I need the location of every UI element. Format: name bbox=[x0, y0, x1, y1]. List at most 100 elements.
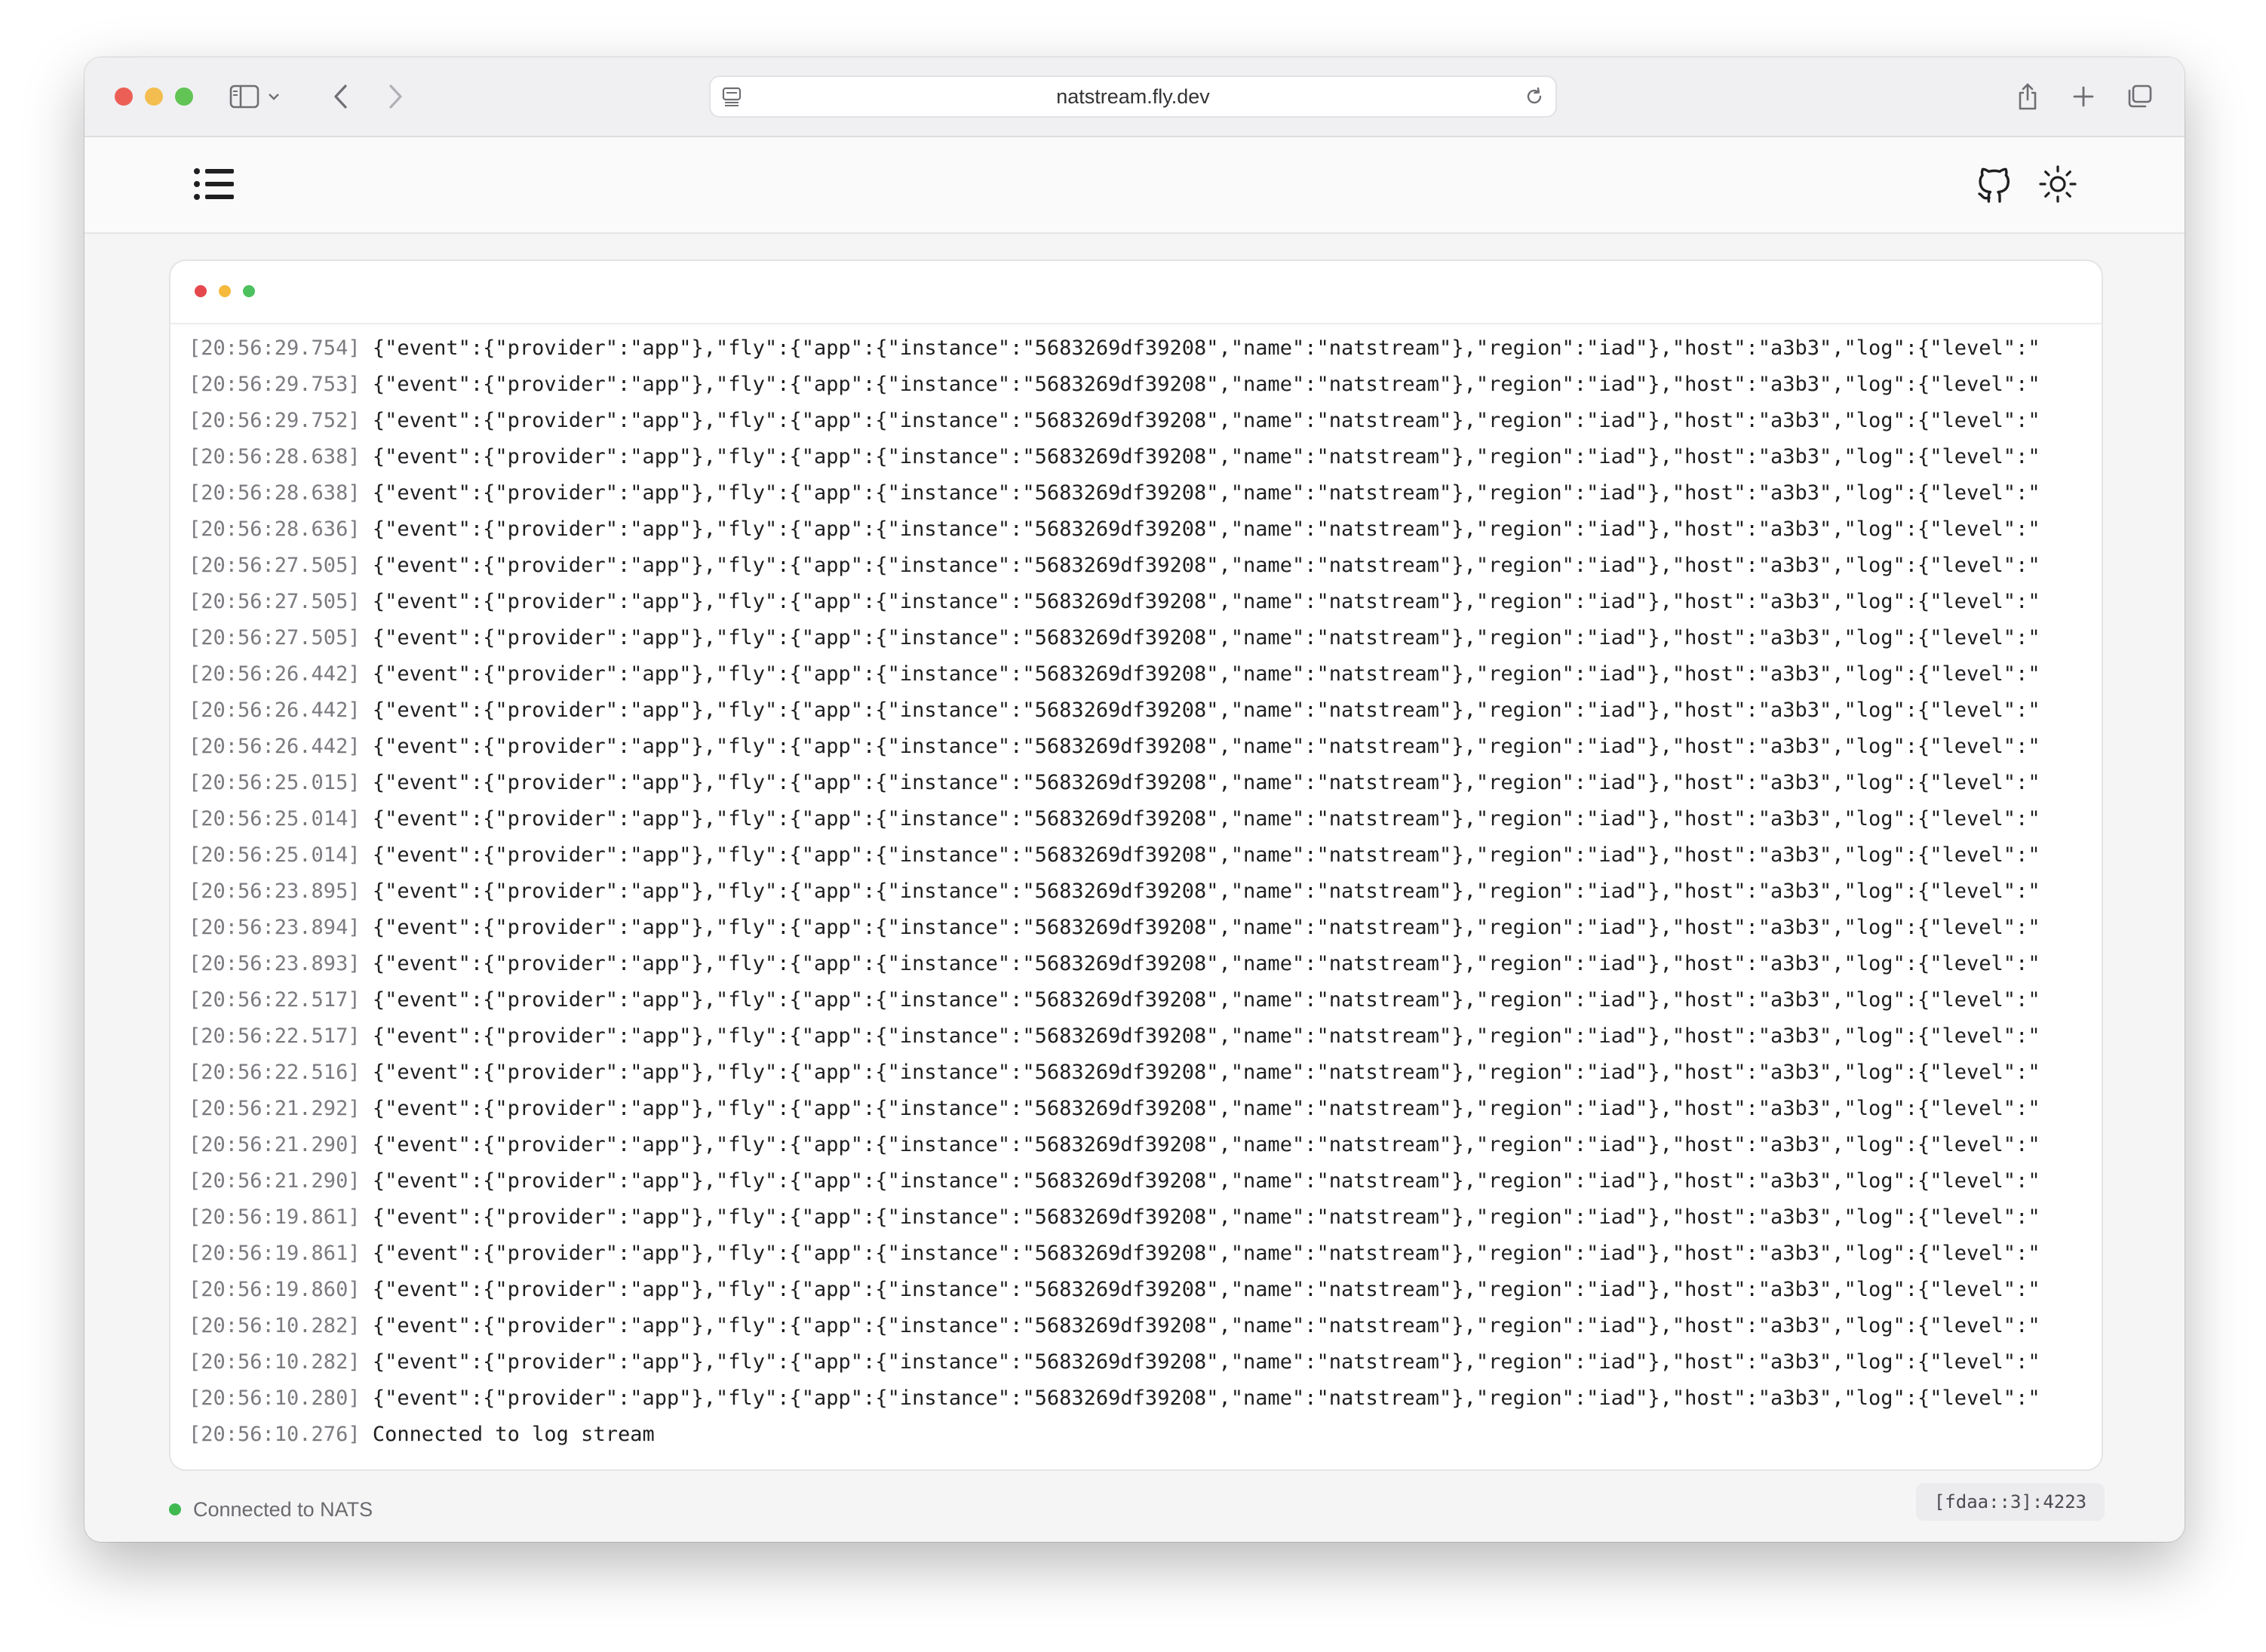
log-line: [20:56:28.636] {"event":{"provider":"app… bbox=[189, 511, 2102, 548]
log-timestamp: [20:56:19.861] bbox=[189, 1242, 361, 1265]
log-timestamp: [20:56:19.861] bbox=[189, 1205, 361, 1229]
log-timestamp: [20:56:27.505] bbox=[189, 590, 361, 613]
log-line: [20:56:21.292] {"event":{"provider":"app… bbox=[189, 1091, 2102, 1127]
reload-icon[interactable] bbox=[1524, 86, 1545, 111]
forward-arrow-icon[interactable] bbox=[376, 77, 415, 116]
browser-window: natstream.fly.dev [20:56:29.754] {"event… bbox=[84, 57, 2185, 1542]
log-message: {"event":{"provider":"app"},"fly":{"app"… bbox=[372, 880, 2040, 903]
log-message: {"event":{"provider":"app"},"fly":{"app"… bbox=[372, 988, 2040, 1012]
log-line: [20:56:23.893] {"event":{"provider":"app… bbox=[189, 946, 2102, 982]
log-timestamp: [20:56:27.505] bbox=[189, 554, 361, 577]
log-line: [20:56:10.282] {"event":{"provider":"app… bbox=[189, 1344, 2102, 1380]
log-message: {"event":{"provider":"app"},"fly":{"app"… bbox=[372, 735, 2040, 758]
log-line: [20:56:22.516] {"event":{"provider":"app… bbox=[189, 1055, 2102, 1091]
log-message: {"event":{"provider":"app"},"fly":{"app"… bbox=[372, 445, 2040, 468]
address-bar[interactable]: natstream.fly.dev bbox=[709, 75, 1557, 118]
log-timestamp: [20:56:10.276] bbox=[189, 1423, 361, 1446]
log-timestamp: [20:56:29.754] bbox=[189, 336, 361, 360]
log-timestamp: [20:56:29.753] bbox=[189, 373, 361, 396]
log-timestamp: [20:56:29.752] bbox=[189, 409, 361, 432]
log-message: {"event":{"provider":"app"},"fly":{"app"… bbox=[372, 1097, 2040, 1120]
log-line: [20:56:27.505] {"event":{"provider":"app… bbox=[189, 584, 2102, 620]
menu-list-icon[interactable] bbox=[193, 167, 235, 204]
log-timestamp: [20:56:22.516] bbox=[189, 1061, 361, 1084]
log-timestamp: [20:56:22.517] bbox=[189, 1024, 361, 1048]
log-message: {"event":{"provider":"app"},"fly":{"app"… bbox=[372, 771, 2040, 794]
log-message: {"event":{"provider":"app"},"fly":{"app"… bbox=[372, 1024, 2040, 1048]
chevron-down-icon[interactable] bbox=[263, 77, 285, 116]
log-timestamp: [20:56:23.893] bbox=[189, 952, 361, 975]
log-message: {"event":{"provider":"app"},"fly":{"app"… bbox=[372, 409, 2040, 432]
log-message: {"event":{"provider":"app"},"fly":{"app"… bbox=[372, 1242, 2040, 1265]
log-line: [20:56:19.861] {"event":{"provider":"app… bbox=[189, 1236, 2102, 1272]
log-timestamp: [20:56:19.860] bbox=[189, 1278, 361, 1301]
connection-status: Connected to NATS bbox=[169, 1491, 373, 1528]
log-timestamp: [20:56:28.638] bbox=[189, 481, 361, 505]
address-url[interactable]: natstream.fly.dev bbox=[711, 77, 1555, 116]
log-message: {"event":{"provider":"app"},"fly":{"app"… bbox=[372, 590, 2040, 613]
log-message: {"event":{"provider":"app"},"fly":{"app"… bbox=[372, 517, 2040, 541]
log-message: {"event":{"provider":"app"},"fly":{"app"… bbox=[372, 1169, 2040, 1193]
log-line: [20:56:29.753] {"event":{"provider":"app… bbox=[189, 367, 2102, 403]
log-timestamp: [20:56:28.636] bbox=[189, 517, 361, 541]
log-line: [20:56:27.505] {"event":{"provider":"app… bbox=[189, 548, 2102, 584]
log-line: [20:56:21.290] {"event":{"provider":"app… bbox=[189, 1163, 2102, 1199]
log-line: [20:56:25.014] {"event":{"provider":"app… bbox=[189, 801, 2102, 837]
terminal-header bbox=[170, 261, 2102, 324]
log-timestamp: [20:56:10.280] bbox=[189, 1386, 361, 1410]
log-list[interactable]: [20:56:29.754] {"event":{"provider":"app… bbox=[189, 330, 2102, 1453]
log-timestamp: [20:56:10.282] bbox=[189, 1350, 361, 1374]
log-message: {"event":{"provider":"app"},"fly":{"app"… bbox=[372, 626, 2040, 649]
log-line: [20:56:25.014] {"event":{"provider":"app… bbox=[189, 837, 2102, 874]
log-timestamp: [20:56:28.638] bbox=[189, 445, 361, 468]
sun-icon[interactable] bbox=[2038, 164, 2077, 207]
status-dot bbox=[169, 1503, 181, 1515]
log-timestamp: [20:56:27.505] bbox=[189, 626, 361, 649]
log-timestamp: [20:56:26.442] bbox=[189, 662, 361, 686]
log-timestamp: [20:56:22.517] bbox=[189, 988, 361, 1012]
log-line: [20:56:10.276] Connected to log stream bbox=[189, 1417, 2102, 1453]
log-line: [20:56:21.290] {"event":{"provider":"app… bbox=[189, 1127, 2102, 1163]
log-message: {"event":{"provider":"app"},"fly":{"app"… bbox=[372, 843, 2040, 867]
log-message: {"event":{"provider":"app"},"fly":{"app"… bbox=[372, 952, 2040, 975]
github-icon[interactable] bbox=[1976, 164, 2013, 207]
log-line: [20:56:10.280] {"event":{"provider":"app… bbox=[189, 1380, 2102, 1417]
log-message: {"event":{"provider":"app"},"fly":{"app"… bbox=[372, 1350, 2040, 1374]
sidebar-icon[interactable] bbox=[225, 77, 264, 116]
log-message: {"event":{"provider":"app"},"fly":{"app"… bbox=[372, 1133, 2040, 1156]
log-line: [20:56:28.638] {"event":{"provider":"app… bbox=[189, 439, 2102, 475]
tabs-overview-icon[interactable] bbox=[2120, 77, 2159, 116]
log-timestamp: [20:56:10.282] bbox=[189, 1314, 361, 1337]
log-line: [20:56:22.517] {"event":{"provider":"app… bbox=[189, 982, 2102, 1018]
close-window-button[interactable] bbox=[115, 88, 133, 106]
log-timestamp: [20:56:25.014] bbox=[189, 843, 361, 867]
log-timestamp: [20:56:23.895] bbox=[189, 880, 361, 903]
plus-icon[interactable] bbox=[2064, 77, 2103, 116]
log-message: {"event":{"provider":"app"},"fly":{"app"… bbox=[372, 336, 2040, 360]
back-arrow-icon[interactable] bbox=[321, 77, 361, 116]
log-message: {"event":{"provider":"app"},"fly":{"app"… bbox=[372, 373, 2040, 396]
log-timestamp: [20:56:23.894] bbox=[189, 916, 361, 939]
share-icon[interactable] bbox=[2008, 77, 2047, 116]
log-line: [20:56:26.442] {"event":{"provider":"app… bbox=[189, 692, 2102, 729]
log-timestamp: [20:56:21.292] bbox=[189, 1097, 361, 1120]
terminal-dot-yellow bbox=[219, 285, 231, 297]
browser-toolbar: natstream.fly.dev bbox=[84, 57, 2185, 137]
log-line: [20:56:26.442] {"event":{"provider":"app… bbox=[189, 729, 2102, 765]
log-message: {"event":{"provider":"app"},"fly":{"app"… bbox=[372, 554, 2040, 577]
log-line: [20:56:26.442] {"event":{"provider":"app… bbox=[189, 656, 2102, 692]
log-message: {"event":{"provider":"app"},"fly":{"app"… bbox=[372, 1061, 2040, 1084]
log-terminal[interactable]: [20:56:29.754] {"event":{"provider":"app… bbox=[169, 259, 2103, 1471]
log-line: [20:56:25.015] {"event":{"provider":"app… bbox=[189, 765, 2102, 801]
log-message: {"event":{"provider":"app"},"fly":{"app"… bbox=[372, 1205, 2040, 1229]
log-line: [20:56:22.517] {"event":{"provider":"app… bbox=[189, 1018, 2102, 1055]
server-address-badge: [fdaa::3]:4223 bbox=[1916, 1483, 2105, 1521]
log-line: [20:56:19.860] {"event":{"provider":"app… bbox=[189, 1272, 2102, 1308]
log-line: [20:56:29.754] {"event":{"provider":"app… bbox=[189, 330, 2102, 367]
log-timestamp: [20:56:26.442] bbox=[189, 735, 361, 758]
zoom-window-button[interactable] bbox=[175, 88, 193, 106]
minimize-window-button[interactable] bbox=[145, 88, 163, 106]
log-timestamp: [20:56:25.015] bbox=[189, 771, 361, 794]
log-message: {"event":{"provider":"app"},"fly":{"app"… bbox=[372, 481, 2040, 505]
log-message: {"event":{"provider":"app"},"fly":{"app"… bbox=[372, 916, 2040, 939]
